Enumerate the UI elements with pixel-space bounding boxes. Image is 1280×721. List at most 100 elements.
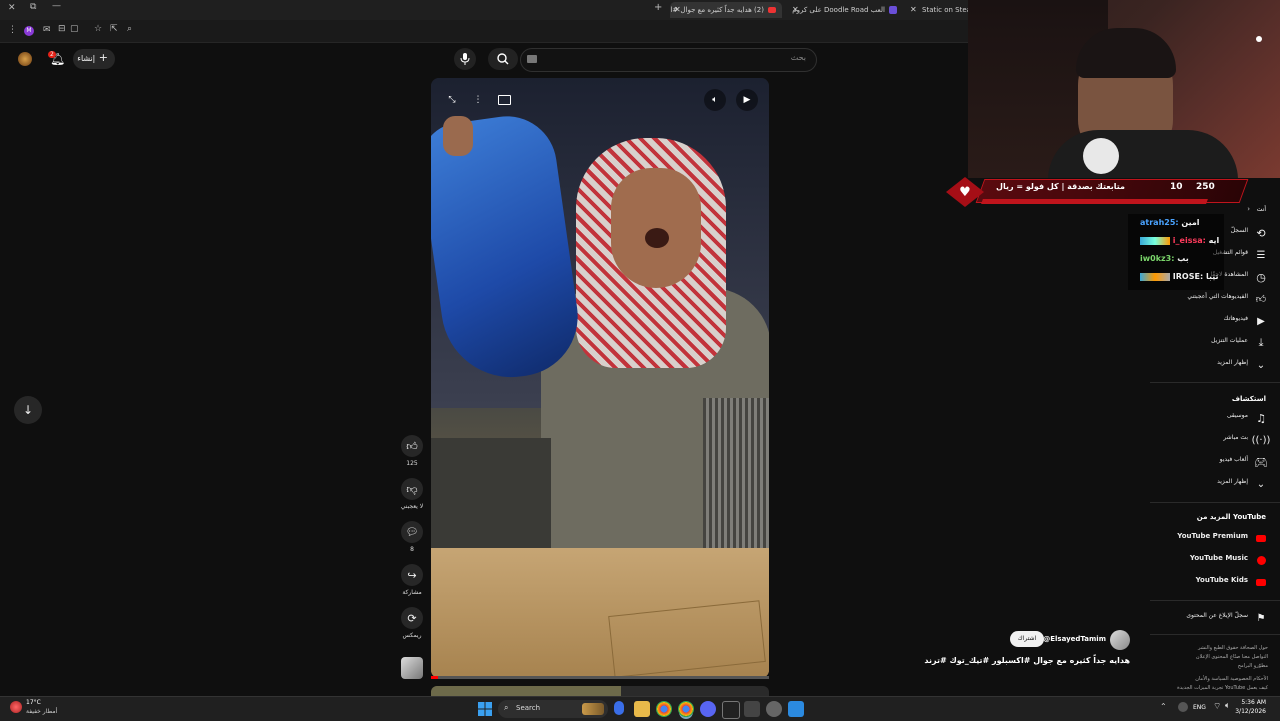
remix-button[interactable]: ⟳ ريمكس (400, 607, 424, 639)
sidebar-item-downloads[interactable]: عمليات التنزيل ⤓ (1150, 332, 1280, 354)
share-icon[interactable]: ⇱ (110, 24, 118, 34)
sidebar-item-music[interactable]: موسيقى ♫ (1150, 407, 1280, 429)
sidebar-item-label: موسيقى (1226, 412, 1248, 419)
weather-desc: أمطار خفيفة (26, 708, 58, 715)
tab-video[interactable]: ✕ (2) هدايه جداً كثيره مع جوال #اك... (670, 2, 782, 18)
tab-search-icon[interactable]: ▢ (70, 24, 79, 34)
volume-icon: 🔈︎ (712, 95, 718, 105)
app-icon[interactable] (744, 701, 760, 717)
fullscreen-button[interactable]: ⤡ (441, 89, 463, 111)
start-button[interactable] (478, 701, 494, 717)
obs-icon[interactable] (722, 701, 740, 719)
chat-badges-icon (1140, 272, 1170, 281)
plus-icon: + (98, 51, 108, 64)
comments-button[interactable]: 💬︎ 8 (400, 521, 424, 553)
video-person-mouth (645, 228, 669, 248)
sidebar-item-youtube-kids[interactable]: YouTube Kids (1150, 571, 1280, 593)
volume-icon[interactable]: 🔈︎ (1225, 701, 1230, 711)
discord-icon[interactable] (700, 701, 716, 717)
language-indicator[interactable]: ENG (1193, 704, 1206, 711)
bookmark-star-icon[interactable]: ☆ (94, 24, 102, 34)
windows-taskbar: 17°C أمطار خفيفة ⌕ Search ⌃ ENG ⌔ 🔈︎ 5:3… (0, 696, 1280, 721)
minimize-window-button[interactable]: — (52, 1, 61, 11)
tab-steam[interactable]: ✕ Static on Steam (907, 2, 968, 18)
gaming-icon: 🎮︎ (1254, 455, 1268, 469)
app-window-icon[interactable] (788, 701, 804, 717)
voice-search-button[interactable] (454, 48, 476, 70)
account-avatar[interactable] (18, 52, 32, 66)
weather-icon[interactable] (10, 701, 22, 713)
sidebar-item-your-videos[interactable]: فيديوهاتك ▶ (1150, 310, 1280, 332)
subscribe-button[interactable]: اشتراك (1010, 631, 1044, 647)
share-button[interactable]: ↪ مشاركة (400, 564, 424, 596)
wifi-icon[interactable]: ⌔ (1213, 701, 1221, 712)
youtube-music-icon (1254, 553, 1268, 567)
zoom-icon[interactable]: ⌕ (127, 24, 132, 34)
sidebar-item-live[interactable]: بث مباشر ((·)) (1150, 429, 1280, 451)
chat-badges-icon (1140, 236, 1170, 245)
mute-button[interactable]: 🔈︎ (704, 89, 726, 111)
search-button[interactable] (488, 48, 518, 70)
create-button[interactable]: + إنشاء (73, 49, 115, 69)
play-button[interactable]: ▶ (736, 89, 758, 111)
short-title[interactable]: هدايه جداً كثيره مع جوال #اكسبلور #تيك_ت… (924, 656, 1130, 665)
sidebar-item-show-more-explore[interactable]: إظهار المزيد ⌄ (1150, 473, 1280, 495)
sidebar-icon[interactable]: ⊟ (58, 24, 66, 34)
restore-window-button[interactable]: ⧉ (30, 2, 36, 12)
dislike-button[interactable]: 👎︎ لا يعجبني (400, 478, 424, 510)
like-button[interactable]: 👍︎ 125 (400, 435, 424, 467)
shorts-video-player[interactable]: ⤡ ⋮ 🔈︎ ▶ (431, 78, 769, 678)
next-video-button[interactable]: ↓ (14, 396, 42, 424)
comment-count: 8 (410, 546, 414, 553)
you-section-title[interactable]: أنت (1257, 206, 1266, 213)
taskbar-app-icon[interactable] (614, 701, 624, 715)
chrome-active-icon[interactable] (678, 701, 694, 717)
search-input[interactable]: بحث (520, 48, 817, 72)
extension-icon[interactable]: ✉ (43, 25, 51, 35)
more-options-button[interactable]: ⋮ (467, 89, 489, 111)
sidebar-divider (1150, 502, 1280, 503)
video-progress-bar[interactable] (431, 676, 769, 679)
dislike-label: لا يعجبني (400, 503, 424, 510)
sidebar-footer-links[interactable]: حول الصحافة حقوق الطبع والنشر التواصل مع… (1177, 644, 1268, 693)
notifications-button[interactable]: 🔔︎ 2 (48, 51, 65, 67)
flag-icon: ⚑ (1256, 612, 1266, 624)
sidebar-item-gaming[interactable]: ألعاب فيديو 🎮︎ (1150, 451, 1280, 473)
sidebar-item-label: الفيديوهات التي أعجبتني (1187, 293, 1248, 300)
clock-time[interactable]: 5:36 AM (1241, 699, 1266, 706)
settings-gear-icon[interactable] (766, 701, 782, 717)
sound-thumbnail[interactable] (401, 657, 423, 679)
short-metadata: @ElsayedTamim اشتراك هدايه جداً كثيره مع… (924, 628, 1130, 673)
chrome-icon[interactable] (656, 701, 672, 717)
tray-app-icon[interactable] (1178, 702, 1188, 712)
sidebar-item-youtube-premium[interactable]: YouTube Premium (1150, 527, 1280, 549)
more-vert-icon: ⋮ (473, 95, 483, 105)
explore-section-title: استكشاف (1231, 395, 1266, 403)
channel-handle[interactable]: @ElsayedTamim (1043, 635, 1106, 643)
close-window-button[interactable]: ✕ (8, 3, 16, 13)
sidebar-item-liked[interactable]: الفيديوهات التي أعجبتني 👍︎ (1150, 288, 1280, 310)
taskbar-search[interactable]: ⌕ Search (498, 700, 608, 718)
chevron-right-icon: › (1247, 205, 1250, 213)
tray-chevron-icon[interactable]: ⌃ (1160, 702, 1167, 711)
sidebar-item-show-more[interactable]: إظهار المزيد ⌄ (1150, 354, 1280, 376)
sidebar-item-label: عمليات التنزيل (1211, 337, 1248, 344)
clock-date[interactable]: 3/12/2026 (1235, 708, 1266, 715)
play-icon: ▶ (743, 95, 751, 105)
menu-dots-icon[interactable]: ⋮ (8, 25, 17, 35)
captions-button[interactable] (493, 89, 515, 111)
tab-doodle-road[interactable]: ✕ العب Doodle Road على كروم (788, 2, 903, 18)
microphone-icon (460, 53, 470, 65)
channel-avatar[interactable] (1110, 630, 1130, 650)
file-explorer-icon[interactable] (634, 701, 650, 717)
close-tab-icon[interactable]: ✕ (910, 2, 917, 18)
sidebar-item-label: ألعاب فيديو (1219, 456, 1248, 463)
sidebar-item-report-history[interactable]: سجلّ الإبلاغ عن المحتوى ⚑ (1150, 607, 1280, 629)
new-tab-button[interactable]: + (654, 2, 662, 13)
video-person-hand (443, 116, 473, 156)
profile-avatar[interactable]: M (24, 26, 34, 36)
keyboard-icon[interactable] (527, 55, 537, 63)
sidebar-item-youtube-music[interactable]: YouTube Music (1150, 549, 1280, 571)
stream-chat-overlay: atrah25: امين i_eissa: ايه iw0kz3: بب IR… (1128, 214, 1224, 290)
sidebar-divider (1150, 634, 1280, 635)
